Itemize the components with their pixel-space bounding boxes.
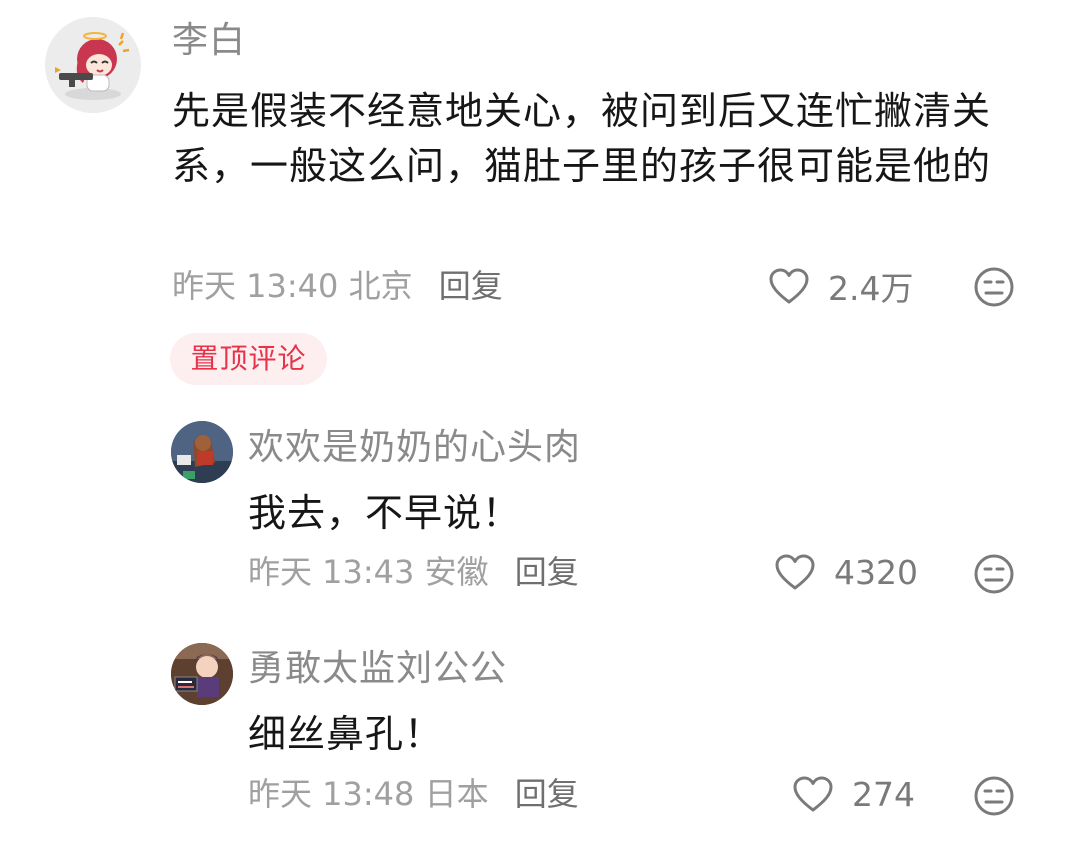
reply-1-text: 我去，不早说！	[248, 491, 522, 535]
comment-like-button[interactable]: 2.4万	[768, 263, 913, 309]
anime-girl-avatar-image	[45, 17, 141, 113]
reply-1-like-count: 4320	[834, 552, 918, 592]
comment-like-count: 2.4万	[828, 269, 914, 308]
reply-1-like-button[interactable]: 4320	[774, 549, 918, 595]
reply-1-meta: 昨天 13:43 安徽 回复	[248, 549, 579, 595]
cartoon-character-avatar-image	[171, 421, 233, 483]
meh-face-icon[interactable]	[973, 553, 1015, 595]
reply-2-location: 日本	[424, 775, 489, 813]
comment-meta: 昨天 13:40 北京 回复	[172, 263, 503, 309]
comment-text: 先是假装不经意地关心，被问到后又连忙撇清关系，一般这么问，猫肚子里的孩子很可能是…	[172, 89, 992, 188]
meh-face-icon[interactable]	[973, 266, 1015, 308]
comment-location: 北京	[348, 267, 413, 305]
reply-2-text: 细丝鼻孔！	[248, 712, 444, 756]
meh-face-icon[interactable]	[973, 775, 1015, 817]
heart-outline-icon	[775, 554, 815, 590]
reply-1-username[interactable]: 欢欢是奶奶的心头肉	[248, 424, 581, 472]
avatar-main-user[interactable]	[45, 17, 141, 113]
reply-2-meta: 昨天 13:48 日本 回复	[248, 771, 579, 817]
comment-time: 昨天 13:40	[172, 267, 339, 305]
reply-2-username[interactable]: 勇敢太监刘公公	[248, 645, 507, 693]
heart-outline-icon	[769, 268, 809, 304]
comment-username[interactable]: 李白	[172, 16, 246, 66]
reply-2-reply-button[interactable]: 回复	[515, 775, 579, 813]
avatar-reply-2[interactable]	[171, 643, 233, 705]
reply-2-like-button[interactable]: 274	[792, 771, 915, 817]
reply-1-reply-button[interactable]: 回复	[515, 553, 579, 591]
comment-reply-button[interactable]: 回复	[439, 267, 503, 305]
reply-1-time: 昨天 13:43	[248, 553, 415, 591]
avatar-reply-1[interactable]	[171, 421, 233, 483]
pinned-comment-badge: 置顶评论	[170, 333, 327, 385]
reply-2-like-count: 274	[852, 774, 915, 814]
heart-outline-icon	[793, 776, 833, 812]
reply-1-location: 安徽	[424, 553, 489, 591]
game-character-avatar-image	[171, 643, 233, 705]
reply-2-time: 昨天 13:48	[248, 775, 415, 813]
